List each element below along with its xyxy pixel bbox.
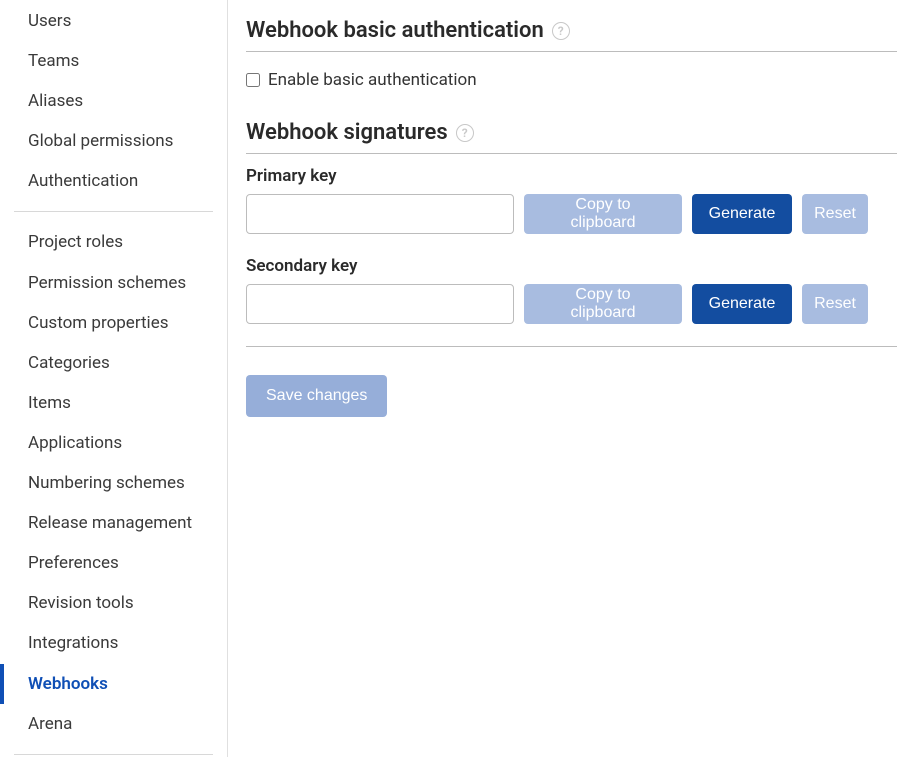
enable-basic-auth-label[interactable]: Enable basic authentication <box>268 70 477 90</box>
divider <box>246 346 897 347</box>
sidebar-item-integrations[interactable]: Integrations <box>0 623 227 663</box>
sidebar-item-arena[interactable]: Arena <box>0 704 227 744</box>
section-title-signatures: Webhook signatures <box>246 120 448 145</box>
sidebar-item-users[interactable]: Users <box>0 1 227 41</box>
sidebar-item-preferences[interactable]: Preferences <box>0 543 227 583</box>
reset-secondary-button[interactable]: Reset <box>802 284 868 324</box>
help-icon[interactable]: ? <box>456 124 474 142</box>
sidebar-item-custom-properties[interactable]: Custom properties <box>0 303 227 343</box>
generate-primary-button[interactable]: Generate <box>692 194 792 234</box>
section-header: Webhook basic authentication ? <box>246 18 897 52</box>
sidebar-item-revision-tools[interactable]: Revision tools <box>0 583 227 623</box>
sidebar-item-teams[interactable]: Teams <box>0 41 227 81</box>
save-changes-button[interactable]: Save changes <box>246 375 387 417</box>
primary-key-group: Primary key Copy to clipboard Generate R… <box>246 166 897 234</box>
sidebar[interactable]: Users Teams Aliases Global permissions A… <box>0 0 228 757</box>
sidebar-item-project-roles[interactable]: Project roles <box>0 222 227 262</box>
sidebar-item-permission-schemes[interactable]: Permission schemes <box>0 263 227 303</box>
sidebar-item-numbering-schemes[interactable]: Numbering schemes <box>0 463 227 503</box>
secondary-key-group: Secondary key Copy to clipboard Generate… <box>246 256 897 324</box>
primary-key-input[interactable] <box>246 194 514 234</box>
sidebar-item-webhooks[interactable]: Webhooks <box>0 664 227 704</box>
section-header: Webhook signatures ? <box>246 120 897 154</box>
section-title-basic-auth: Webhook basic authentication <box>246 18 544 43</box>
signatures-section: Webhook signatures ? Primary key Copy to… <box>246 120 897 324</box>
help-icon[interactable]: ? <box>552 22 570 40</box>
sidebar-item-items[interactable]: Items <box>0 383 227 423</box>
sidebar-item-applications[interactable]: Applications <box>0 423 227 463</box>
sidebar-item-authentication[interactable]: Authentication <box>0 161 227 201</box>
copy-primary-button[interactable]: Copy to clipboard <box>524 194 682 234</box>
primary-key-row: Copy to clipboard Generate Reset <box>246 194 897 234</box>
sidebar-divider <box>14 754 213 755</box>
secondary-key-label: Secondary key <box>246 256 897 276</box>
sidebar-item-categories[interactable]: Categories <box>0 343 227 383</box>
secondary-key-row: Copy to clipboard Generate Reset <box>246 284 897 324</box>
sidebar-divider <box>14 211 213 212</box>
reset-primary-button[interactable]: Reset <box>802 194 868 234</box>
secondary-key-input[interactable] <box>246 284 514 324</box>
copy-secondary-button[interactable]: Copy to clipboard <box>524 284 682 324</box>
main-content: Webhook basic authentication ? Enable ba… <box>228 0 915 757</box>
sidebar-item-release-management[interactable]: Release management <box>0 503 227 543</box>
sidebar-item-aliases[interactable]: Aliases <box>0 81 227 121</box>
sidebar-item-global-permissions[interactable]: Global permissions <box>0 121 227 161</box>
basic-auth-section: Webhook basic authentication ? Enable ba… <box>246 18 897 100</box>
enable-basic-auth-row: Enable basic authentication <box>246 64 897 100</box>
primary-key-label: Primary key <box>246 166 897 186</box>
generate-secondary-button[interactable]: Generate <box>692 284 792 324</box>
enable-basic-auth-checkbox[interactable] <box>246 73 260 87</box>
